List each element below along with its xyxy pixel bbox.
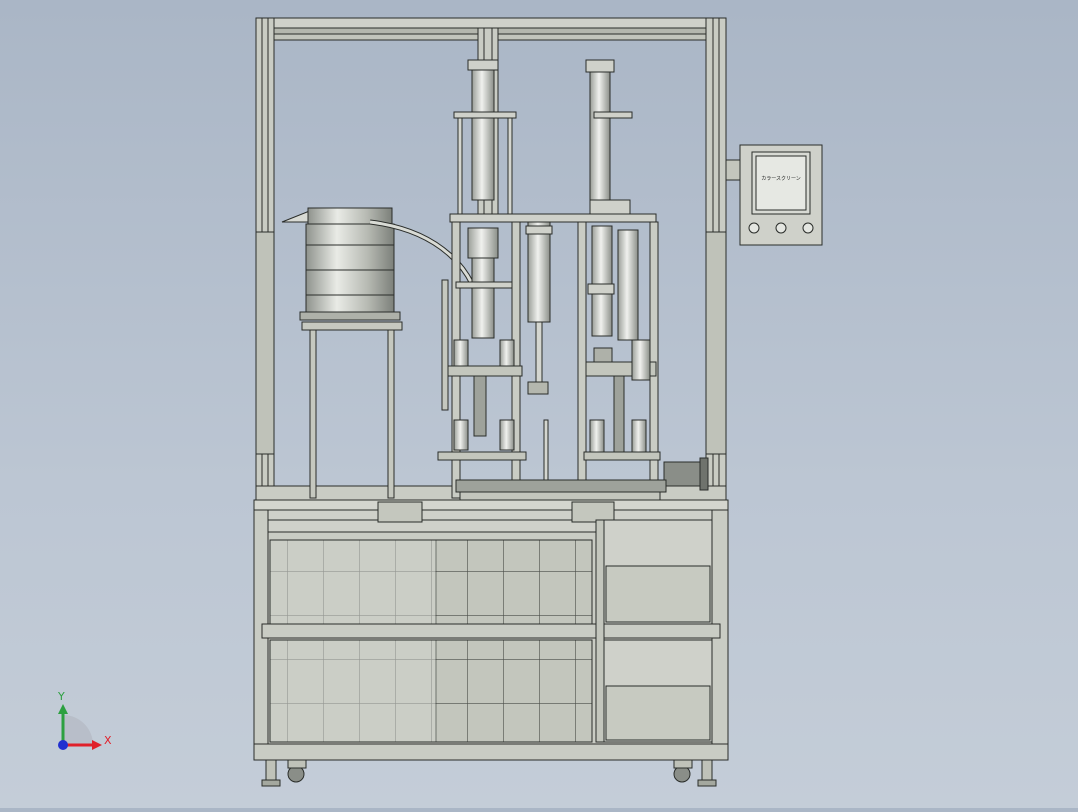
turntable-plate	[455, 479, 667, 501]
cad-viewport[interactable]: カラースクリーン Y X	[0, 0, 1078, 808]
hmi-button-start[interactable]	[748, 222, 760, 234]
middle-cylinder	[525, 221, 553, 491]
y-axis-label: Y	[57, 690, 65, 703]
lower-cabinet	[253, 499, 729, 761]
axis-triad: Y X	[57, 690, 112, 750]
hmi-button-stop[interactable]	[775, 222, 787, 234]
x-axis-label: X	[104, 734, 112, 747]
z-axis-dot	[58, 740, 68, 750]
hmi-control-panel[interactable]: カラースクリーン	[725, 144, 823, 246]
model-canvas[interactable]: カラースクリーン Y X	[0, 0, 1078, 808]
hmi-screen-label: カラースクリーン	[761, 176, 801, 182]
hmi-button-reset[interactable]	[802, 222, 814, 234]
casters	[261, 759, 717, 787]
press-station-right	[577, 59, 709, 499]
